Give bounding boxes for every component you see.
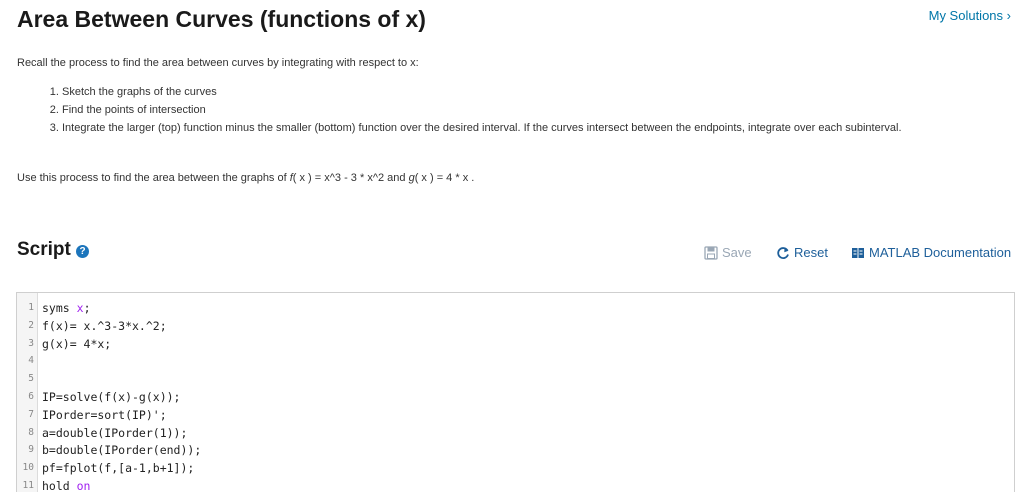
- line-number: 3: [28, 337, 34, 349]
- matlab-documentation-button[interactable]: MATLAB Documentation: [851, 245, 1011, 260]
- task-and: and: [384, 172, 409, 184]
- script-heading: Script: [17, 239, 71, 260]
- intro-text: Recall the process to find the area betw…: [17, 57, 419, 69]
- code-token: IP=solve(f(x)-g(x));: [42, 390, 181, 404]
- reset-button[interactable]: Reset: [776, 245, 828, 260]
- task-prefix: Use this process to find the area betwee…: [17, 172, 290, 184]
- f-expression: ( x ) = x^3 - 3 * x^2: [292, 172, 385, 184]
- steps-list: Sketch the graphs of the curves Find the…: [30, 83, 972, 137]
- code-text: b=double(IPorder(end));: [42, 441, 201, 459]
- code-keyword: x: [76, 301, 84, 315]
- page-title: Area Between Curves (functions of x): [17, 6, 426, 32]
- step-item: Find the points of intersection: [62, 101, 972, 119]
- save-icon: [704, 245, 718, 260]
- line-number: 1: [28, 302, 34, 313]
- reset-icon: [776, 246, 790, 260]
- step-item: Integrate the larger (top) function minu…: [62, 119, 972, 137]
- code-line[interactable]: 1 syms x;: [17, 299, 1014, 317]
- code-text: g(x)= 4*x;: [42, 335, 111, 353]
- code-line[interactable]: 7 IPorder=sort(IP)';: [17, 406, 1014, 424]
- code-line[interactable]: 2 f(x)= x.^3-3*x.^2;: [17, 317, 1014, 335]
- code-token: f(x)= x.^3-3*x.^2;: [42, 318, 167, 333]
- my-solutions-link[interactable]: My Solutions ›: [929, 8, 1011, 23]
- chevron-right-icon: ›: [1006, 8, 1011, 23]
- code-text: pf=fplot(f,[a-1,b+1]);: [42, 459, 194, 477]
- documentation-label: MATLAB Documentation: [869, 245, 1012, 260]
- code-line[interactable]: 8 a=double(IPorder(1));: [17, 424, 1014, 442]
- g-expression: ( x ) = 4 * x: [414, 172, 469, 184]
- save-button[interactable]: Save: [704, 245, 752, 260]
- code-text: a=double(IPorder(1));: [42, 424, 187, 442]
- code-text: hold on: [42, 477, 90, 492]
- code-line[interactable]: 10 pf=fplot(f,[a-1,b+1]);: [17, 459, 1014, 477]
- line-number: 7: [28, 408, 34, 420]
- task-suffix: .: [468, 172, 475, 184]
- code-text: syms x;: [42, 299, 91, 317]
- code-token: a=double(IPorder(1));: [42, 425, 188, 440]
- documentation-icon: [851, 246, 865, 260]
- code-text: IPorder=sort(IP)';: [42, 406, 167, 424]
- code-line[interactable]: 3 g(x)= 4*x;: [17, 335, 1014, 353]
- code-token: ;: [83, 301, 91, 315]
- code-line[interactable]: 6 IP=solve(f(x)-g(x));: [17, 388, 1014, 406]
- line-number: 8: [28, 426, 34, 438]
- my-solutions-label: My Solutions: [928, 8, 1004, 23]
- step-item: Sketch the graphs of the curves: [62, 83, 972, 101]
- code-line[interactable]: 9 b=double(IPorder(end));: [17, 441, 1014, 459]
- code-line[interactable]: 4: [17, 352, 1014, 370]
- line-number: 6: [28, 391, 34, 402]
- line-number: 9: [28, 444, 34, 456]
- line-number: 4: [28, 355, 34, 367]
- code-text: IP=solve(f(x)-g(x));: [42, 388, 180, 406]
- code-text: f(x)= x.^3-3*x.^2;: [42, 317, 167, 335]
- task-statement: Use this process to find the area betwee…: [17, 172, 474, 184]
- reset-label: Reset: [794, 245, 828, 260]
- line-number: 11: [22, 480, 34, 491]
- code-token: syms: [42, 301, 77, 315]
- code-line[interactable]: 5: [17, 370, 1014, 388]
- code-line[interactable]: 11 hold on: [17, 477, 1014, 492]
- code-token: IPorder=sort(IP)';: [42, 407, 167, 422]
- code-token: pf=fplot(f,[a-1,b+1]);: [42, 461, 195, 476]
- code-token: hold: [42, 479, 77, 492]
- code-keyword: on: [76, 479, 91, 492]
- code-token: b=double(IPorder(end));: [42, 443, 202, 458]
- code-token: g(x)= 4*x;: [42, 336, 112, 351]
- code-editor[interactable]: 1 syms x; 2 f(x)= x.^3-3*x.^2; 3 g(x)= 4*x; 4 5…: [16, 292, 1015, 492]
- help-icon[interactable]: ?: [76, 245, 89, 258]
- save-label: Save: [722, 245, 752, 260]
- line-number: 10: [22, 462, 34, 474]
- line-number: 2: [28, 319, 34, 331]
- line-number: 5: [28, 373, 34, 385]
